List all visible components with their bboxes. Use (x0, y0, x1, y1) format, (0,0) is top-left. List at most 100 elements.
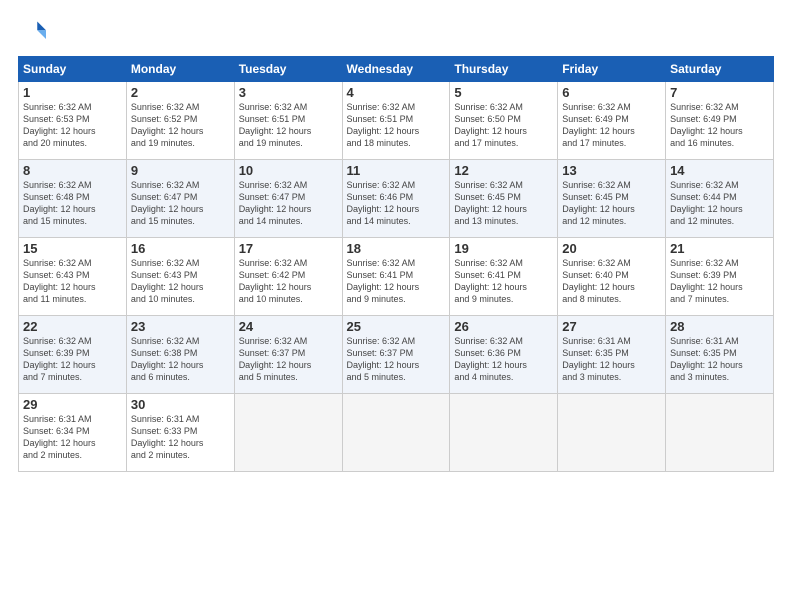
calendar-cell (666, 394, 774, 472)
calendar-cell (342, 394, 450, 472)
day-info: Sunrise: 6:32 AMSunset: 6:48 PMDaylight:… (23, 179, 122, 228)
th-thursday: Thursday (450, 57, 558, 82)
day-info: Sunrise: 6:32 AMSunset: 6:42 PMDaylight:… (239, 257, 338, 306)
calendar-cell: 6Sunrise: 6:32 AMSunset: 6:49 PMDaylight… (558, 82, 666, 160)
header (18, 18, 774, 46)
header-row: Sunday Monday Tuesday Wednesday Thursday… (19, 57, 774, 82)
day-number: 20 (562, 241, 661, 256)
day-info: Sunrise: 6:31 AMSunset: 6:35 PMDaylight:… (670, 335, 769, 384)
day-info: Sunrise: 6:32 AMSunset: 6:40 PMDaylight:… (562, 257, 661, 306)
day-number: 27 (562, 319, 661, 334)
day-info: Sunrise: 6:32 AMSunset: 6:45 PMDaylight:… (562, 179, 661, 228)
day-info: Sunrise: 6:32 AMSunset: 6:45 PMDaylight:… (454, 179, 553, 228)
calendar-cell: 15Sunrise: 6:32 AMSunset: 6:43 PMDayligh… (19, 238, 127, 316)
logo-icon (18, 18, 46, 46)
calendar-cell: 13Sunrise: 6:32 AMSunset: 6:45 PMDayligh… (558, 160, 666, 238)
day-number: 11 (347, 163, 446, 178)
day-info: Sunrise: 6:32 AMSunset: 6:52 PMDaylight:… (131, 101, 230, 150)
calendar-cell: 8Sunrise: 6:32 AMSunset: 6:48 PMDaylight… (19, 160, 127, 238)
calendar-cell: 25Sunrise: 6:32 AMSunset: 6:37 PMDayligh… (342, 316, 450, 394)
calendar-cell: 26Sunrise: 6:32 AMSunset: 6:36 PMDayligh… (450, 316, 558, 394)
day-number: 6 (562, 85, 661, 100)
day-info: Sunrise: 6:32 AMSunset: 6:39 PMDaylight:… (670, 257, 769, 306)
day-number: 15 (23, 241, 122, 256)
page: Sunday Monday Tuesday Wednesday Thursday… (0, 0, 792, 612)
calendar-week-row: 8Sunrise: 6:32 AMSunset: 6:48 PMDaylight… (19, 160, 774, 238)
day-number: 18 (347, 241, 446, 256)
day-number: 30 (131, 397, 230, 412)
day-number: 29 (23, 397, 122, 412)
day-info: Sunrise: 6:32 AMSunset: 6:38 PMDaylight:… (131, 335, 230, 384)
day-number: 2 (131, 85, 230, 100)
calendar-cell: 16Sunrise: 6:32 AMSunset: 6:43 PMDayligh… (126, 238, 234, 316)
calendar: Sunday Monday Tuesday Wednesday Thursday… (18, 56, 774, 472)
calendar-cell: 18Sunrise: 6:32 AMSunset: 6:41 PMDayligh… (342, 238, 450, 316)
calendar-cell (450, 394, 558, 472)
calendar-cell: 9Sunrise: 6:32 AMSunset: 6:47 PMDaylight… (126, 160, 234, 238)
day-info: Sunrise: 6:32 AMSunset: 6:36 PMDaylight:… (454, 335, 553, 384)
calendar-cell: 27Sunrise: 6:31 AMSunset: 6:35 PMDayligh… (558, 316, 666, 394)
calendar-cell: 23Sunrise: 6:32 AMSunset: 6:38 PMDayligh… (126, 316, 234, 394)
day-info: Sunrise: 6:31 AMSunset: 6:35 PMDaylight:… (562, 335, 661, 384)
calendar-cell: 17Sunrise: 6:32 AMSunset: 6:42 PMDayligh… (234, 238, 342, 316)
day-info: Sunrise: 6:32 AMSunset: 6:43 PMDaylight:… (23, 257, 122, 306)
day-number: 9 (131, 163, 230, 178)
day-info: Sunrise: 6:32 AMSunset: 6:50 PMDaylight:… (454, 101, 553, 150)
day-info: Sunrise: 6:32 AMSunset: 6:44 PMDaylight:… (670, 179, 769, 228)
day-number: 22 (23, 319, 122, 334)
day-info: Sunrise: 6:32 AMSunset: 6:47 PMDaylight:… (239, 179, 338, 228)
day-number: 12 (454, 163, 553, 178)
day-number: 4 (347, 85, 446, 100)
calendar-cell: 5Sunrise: 6:32 AMSunset: 6:50 PMDaylight… (450, 82, 558, 160)
day-info: Sunrise: 6:32 AMSunset: 6:53 PMDaylight:… (23, 101, 122, 150)
day-info: Sunrise: 6:32 AMSunset: 6:37 PMDaylight:… (239, 335, 338, 384)
calendar-cell: 29Sunrise: 6:31 AMSunset: 6:34 PMDayligh… (19, 394, 127, 472)
calendar-cell: 3Sunrise: 6:32 AMSunset: 6:51 PMDaylight… (234, 82, 342, 160)
th-friday: Friday (558, 57, 666, 82)
calendar-cell: 30Sunrise: 6:31 AMSunset: 6:33 PMDayligh… (126, 394, 234, 472)
calendar-cell: 21Sunrise: 6:32 AMSunset: 6:39 PMDayligh… (666, 238, 774, 316)
calendar-cell: 20Sunrise: 6:32 AMSunset: 6:40 PMDayligh… (558, 238, 666, 316)
th-saturday: Saturday (666, 57, 774, 82)
th-monday: Monday (126, 57, 234, 82)
calendar-cell: 22Sunrise: 6:32 AMSunset: 6:39 PMDayligh… (19, 316, 127, 394)
day-number: 8 (23, 163, 122, 178)
day-number: 14 (670, 163, 769, 178)
day-number: 26 (454, 319, 553, 334)
day-info: Sunrise: 6:32 AMSunset: 6:41 PMDaylight:… (454, 257, 553, 306)
calendar-cell: 28Sunrise: 6:31 AMSunset: 6:35 PMDayligh… (666, 316, 774, 394)
calendar-cell: 10Sunrise: 6:32 AMSunset: 6:47 PMDayligh… (234, 160, 342, 238)
day-number: 28 (670, 319, 769, 334)
day-info: Sunrise: 6:32 AMSunset: 6:39 PMDaylight:… (23, 335, 122, 384)
day-info: Sunrise: 6:32 AMSunset: 6:41 PMDaylight:… (347, 257, 446, 306)
day-number: 21 (670, 241, 769, 256)
day-number: 24 (239, 319, 338, 334)
th-wednesday: Wednesday (342, 57, 450, 82)
calendar-cell (234, 394, 342, 472)
calendar-cell: 14Sunrise: 6:32 AMSunset: 6:44 PMDayligh… (666, 160, 774, 238)
calendar-cell (558, 394, 666, 472)
th-tuesday: Tuesday (234, 57, 342, 82)
day-info: Sunrise: 6:32 AMSunset: 6:46 PMDaylight:… (347, 179, 446, 228)
day-number: 25 (347, 319, 446, 334)
day-number: 10 (239, 163, 338, 178)
calendar-cell: 24Sunrise: 6:32 AMSunset: 6:37 PMDayligh… (234, 316, 342, 394)
calendar-week-row: 15Sunrise: 6:32 AMSunset: 6:43 PMDayligh… (19, 238, 774, 316)
calendar-week-row: 1Sunrise: 6:32 AMSunset: 6:53 PMDaylight… (19, 82, 774, 160)
calendar-cell: 7Sunrise: 6:32 AMSunset: 6:49 PMDaylight… (666, 82, 774, 160)
day-info: Sunrise: 6:32 AMSunset: 6:51 PMDaylight:… (347, 101, 446, 150)
calendar-week-row: 22Sunrise: 6:32 AMSunset: 6:39 PMDayligh… (19, 316, 774, 394)
day-number: 23 (131, 319, 230, 334)
day-number: 3 (239, 85, 338, 100)
day-info: Sunrise: 6:32 AMSunset: 6:49 PMDaylight:… (562, 101, 661, 150)
day-info: Sunrise: 6:32 AMSunset: 6:49 PMDaylight:… (670, 101, 769, 150)
day-info: Sunrise: 6:32 AMSunset: 6:37 PMDaylight:… (347, 335, 446, 384)
calendar-cell: 4Sunrise: 6:32 AMSunset: 6:51 PMDaylight… (342, 82, 450, 160)
calendar-week-row: 29Sunrise: 6:31 AMSunset: 6:34 PMDayligh… (19, 394, 774, 472)
day-info: Sunrise: 6:31 AMSunset: 6:33 PMDaylight:… (131, 413, 230, 462)
day-number: 13 (562, 163, 661, 178)
calendar-cell: 12Sunrise: 6:32 AMSunset: 6:45 PMDayligh… (450, 160, 558, 238)
day-info: Sunrise: 6:31 AMSunset: 6:34 PMDaylight:… (23, 413, 122, 462)
day-info: Sunrise: 6:32 AMSunset: 6:51 PMDaylight:… (239, 101, 338, 150)
day-number: 17 (239, 241, 338, 256)
